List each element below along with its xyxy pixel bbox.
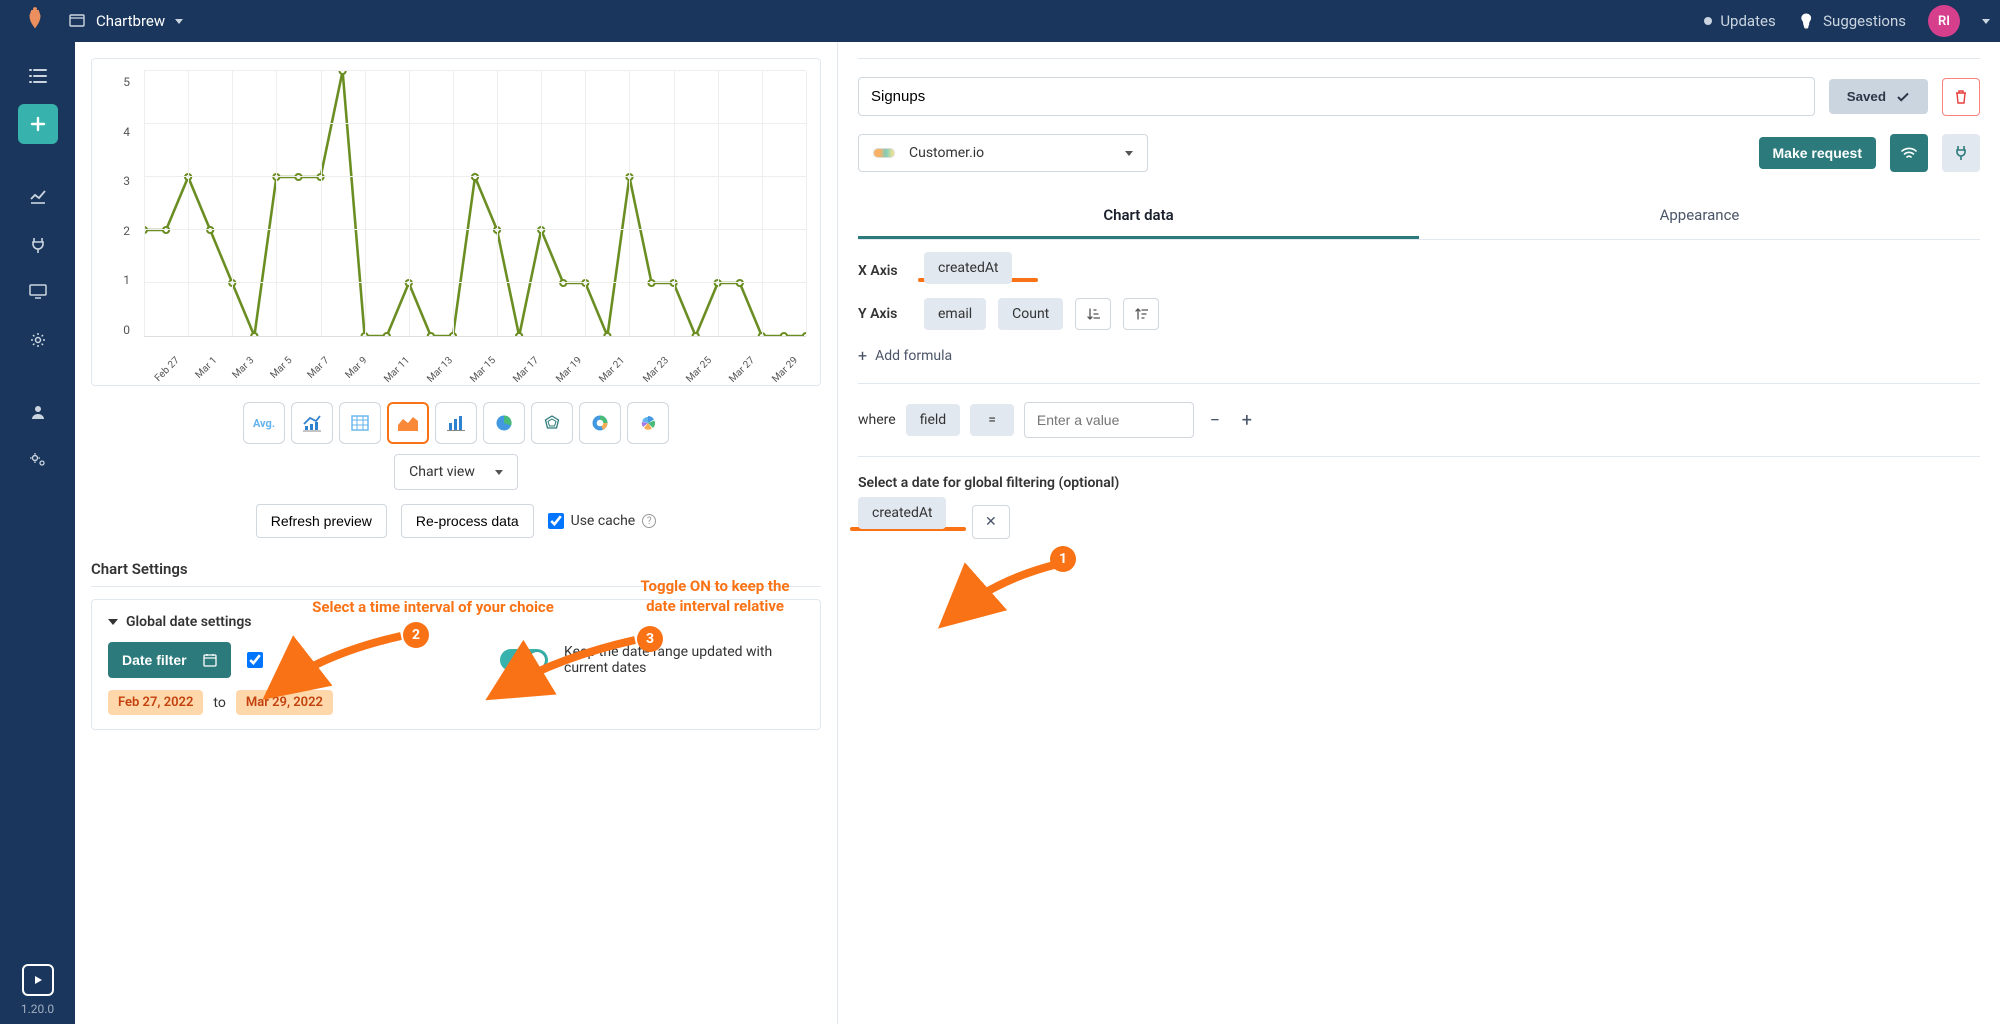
- dataset-name-input[interactable]: [858, 77, 1815, 116]
- add-formula-button[interactable]: + Add formula: [858, 346, 1980, 365]
- use-cache-label: Use cache: [571, 513, 636, 529]
- remove-filter-button[interactable]: −: [1204, 410, 1226, 431]
- chart-type-donut[interactable]: [579, 402, 621, 444]
- where-op[interactable]: =: [970, 404, 1014, 436]
- chart-type-pie[interactable]: [483, 402, 525, 444]
- help-icon[interactable]: ?: [642, 514, 656, 528]
- sidebar-item-gears[interactable]: [18, 440, 58, 480]
- chartbrew-logo: [24, 6, 46, 36]
- reprocess-data-button[interactable]: Re-process data: [401, 504, 534, 538]
- calendar-icon: [203, 653, 217, 667]
- window-icon: [68, 12, 86, 30]
- annotation-badge-1: 1: [1050, 546, 1076, 572]
- date-to-label: to: [213, 695, 225, 711]
- chart-type-table[interactable]: [339, 402, 381, 444]
- y-axis-label: Y Axis: [858, 306, 912, 322]
- project-selector[interactable]: Chartbrew: [60, 6, 191, 36]
- chart-type-avg[interactable]: Avg.: [243, 402, 285, 444]
- updates-link[interactable]: Updates: [1704, 12, 1775, 30]
- suggestions-link[interactable]: Suggestions: [1798, 12, 1906, 30]
- where-label: where: [858, 412, 896, 428]
- sidebar-item-user[interactable]: [18, 392, 58, 432]
- sidebar-item-list[interactable]: [18, 56, 58, 96]
- date-to[interactable]: Mar 29, 2022: [236, 690, 333, 715]
- sort-desc-button[interactable]: [1123, 298, 1159, 330]
- chart-view-label: Chart view: [409, 464, 475, 480]
- tab-appearance[interactable]: Appearance: [1419, 194, 1980, 239]
- sidebar-play-button[interactable]: [22, 964, 54, 996]
- delete-dataset-button[interactable]: [1942, 78, 1980, 116]
- connection-select[interactable]: Customer.io: [858, 134, 1148, 172]
- refresh-preview-button[interactable]: Refresh preview: [256, 504, 387, 538]
- lightbulb-icon: [1798, 12, 1815, 30]
- keep-updated-toggle[interactable]: [500, 649, 548, 671]
- sidebar-item-gear[interactable]: [18, 320, 58, 360]
- user-avatar[interactable]: RI: [1928, 5, 1960, 37]
- global-filter-title: Select a date for global filtering (opti…: [858, 475, 1980, 491]
- triangle-down-icon: [108, 619, 118, 625]
- tab-chart-data[interactable]: Chart data: [858, 194, 1419, 239]
- sidebar-item-plug[interactable]: [18, 224, 58, 264]
- updates-dot-icon: [1704, 17, 1712, 25]
- sidebar-item-chart[interactable]: [18, 176, 58, 216]
- check-icon: [1896, 90, 1910, 104]
- x-axis-field[interactable]: createdAt: [924, 252, 1012, 284]
- saved-button[interactable]: Saved: [1829, 79, 1928, 114]
- x-axis-label: X Axis: [858, 263, 912, 279]
- project-name: Chartbrew: [96, 12, 165, 30]
- make-request-button[interactable]: Make request: [1759, 137, 1876, 169]
- caret-down-icon: [495, 470, 503, 475]
- chart-type-radar[interactable]: [531, 402, 573, 444]
- suggestions-text: Suggestions: [1823, 12, 1906, 30]
- plug-button[interactable]: [1942, 134, 1980, 172]
- date-filter-checkbox[interactable]: [247, 652, 263, 668]
- add-formula-text: Add formula: [875, 348, 952, 364]
- global-filter-field[interactable]: createdAt: [858, 497, 946, 529]
- caret-down-icon: [1125, 151, 1133, 156]
- y-axis-field[interactable]: email: [924, 298, 986, 330]
- date-filter-button[interactable]: Date filter: [108, 642, 231, 678]
- use-cache-checkbox[interactable]: [548, 513, 564, 529]
- chart-type-combo[interactable]: [291, 402, 333, 444]
- date-from[interactable]: Feb 27, 2022: [108, 690, 203, 715]
- chart-type-bar[interactable]: [435, 402, 477, 444]
- date-filter-label: Date filter: [122, 652, 187, 668]
- version-text: 1.20.0: [21, 1002, 54, 1016]
- chart-type-area[interactable]: [387, 402, 429, 444]
- add-filter-button[interactable]: +: [1236, 410, 1258, 431]
- caret-down-icon: [175, 19, 183, 24]
- where-value-input[interactable]: [1024, 402, 1194, 438]
- wifi-button[interactable]: [1890, 134, 1928, 172]
- connection-name: Customer.io: [909, 145, 1111, 161]
- connection-color-icon: [873, 148, 895, 158]
- plus-icon: +: [858, 346, 867, 365]
- user-menu-caret-icon[interactable]: [1982, 19, 1990, 24]
- y-axis-agg[interactable]: Count: [998, 298, 1063, 330]
- chart-type-polar[interactable]: [627, 402, 669, 444]
- chart-preview: 543210 Feb 27Mar 1Mar 3Mar 5Mar 7Mar 9Ma…: [91, 58, 821, 386]
- global-date-label: Global date settings: [126, 614, 252, 630]
- chart-view-select[interactable]: Chart view: [394, 454, 518, 490]
- chart-settings-header: Chart Settings: [91, 560, 821, 587]
- sort-asc-button[interactable]: [1075, 298, 1111, 330]
- keep-updated-label: Keep the date range updated with current…: [564, 644, 804, 676]
- updates-text: Updates: [1720, 12, 1775, 30]
- sidebar-item-monitor[interactable]: [18, 272, 58, 312]
- global-date-collapse[interactable]: Global date settings: [108, 614, 804, 630]
- where-field[interactable]: field: [906, 404, 960, 436]
- sidebar: 1.20.0: [0, 42, 75, 1024]
- sidebar-item-add[interactable]: [18, 104, 58, 144]
- clear-global-filter[interactable]: ✕: [972, 505, 1010, 539]
- saved-label: Saved: [1847, 89, 1886, 104]
